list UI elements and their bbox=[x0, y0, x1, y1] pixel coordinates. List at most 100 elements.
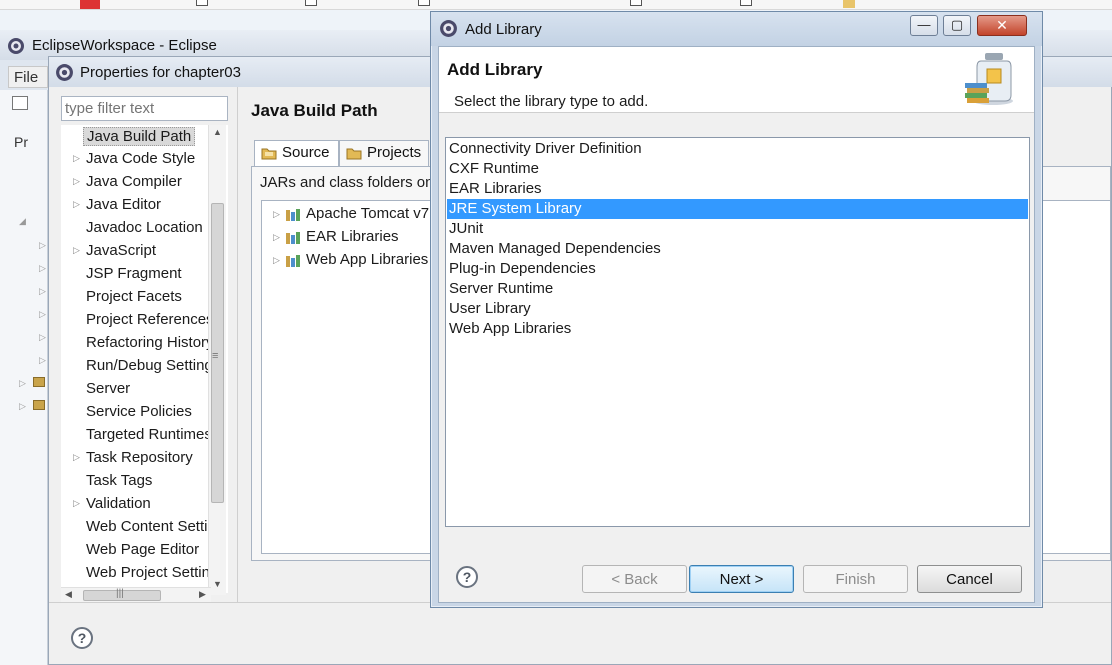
library-type-label: EAR Libraries bbox=[449, 180, 542, 197]
projects-icon bbox=[346, 146, 362, 164]
scroll-right-arrow-icon[interactable]: ▶ bbox=[199, 589, 206, 600]
tree-item[interactable]: ▷ Task Repository bbox=[61, 447, 211, 470]
library-type-item[interactable]: JUnit bbox=[447, 219, 1028, 239]
tree-item-label: Web Content Settings bbox=[86, 518, 211, 535]
tree-horizontal-scrollbar[interactable]: ◀ ||| ▶ bbox=[61, 587, 211, 603]
tree-item[interactable]: ▷ Java Compiler bbox=[61, 171, 211, 194]
next-button-label: Next > bbox=[719, 571, 764, 588]
bookmark-checkbox-icon bbox=[196, 0, 208, 6]
tree-item[interactable]: Project Facets bbox=[61, 286, 211, 309]
tree-item[interactable]: ▷ Java Editor bbox=[61, 194, 211, 217]
tree-item-label: Java Build Path bbox=[83, 127, 196, 146]
back-button-label: < Back bbox=[611, 571, 658, 588]
tab-source[interactable]: Source bbox=[254, 140, 339, 166]
source-folder-icon bbox=[261, 146, 277, 164]
expand-arrow-icon[interactable]: ▷ bbox=[73, 199, 80, 210]
expand-arrow-icon[interactable]: ▷ bbox=[273, 209, 280, 220]
bookmark-checkbox-icon bbox=[418, 0, 430, 6]
tree-item[interactable]: ▷ JavaScript bbox=[61, 240, 211, 263]
tree-item[interactable]: Web Page Editor bbox=[61, 539, 211, 562]
bookmark-checkbox-icon bbox=[305, 0, 317, 6]
tree-item[interactable]: Service Policies bbox=[61, 401, 211, 424]
tab-projects-label: Projects bbox=[367, 144, 422, 161]
tree-item[interactable]: Java Build Path bbox=[61, 125, 211, 148]
library-icon bbox=[285, 254, 301, 272]
library-type-list[interactable]: Connectivity Driver Definition CXF Runtim… bbox=[445, 137, 1030, 527]
eclipse-window-title: EclipseWorkspace - Eclipse bbox=[32, 37, 217, 54]
library-type-item[interactable]: Plug-in Dependencies bbox=[447, 259, 1028, 279]
tab-projects[interactable]: Projects bbox=[339, 140, 429, 166]
finish-button[interactable]: Finish bbox=[803, 565, 908, 593]
library-type-label: Maven Managed Dependencies bbox=[449, 240, 661, 257]
library-type-label: CXF Runtime bbox=[449, 160, 540, 177]
tree-item[interactable]: Javadoc Location bbox=[61, 217, 211, 240]
bookmark-favicon bbox=[80, 0, 100, 9]
tree-item[interactable]: ▷ Java Code Style bbox=[61, 148, 211, 171]
expand-arrow-icon[interactable]: ▷ bbox=[19, 378, 26, 389]
maximize-button[interactable]: ▢ bbox=[943, 15, 971, 36]
next-button[interactable]: Next > bbox=[689, 565, 794, 593]
expand-arrow-icon[interactable]: ▷ bbox=[39, 309, 46, 320]
back-button[interactable]: < Back bbox=[582, 565, 687, 593]
tree-item[interactable]: ▷ Validation bbox=[61, 493, 211, 516]
expand-arrow-icon[interactable]: ▷ bbox=[73, 498, 80, 509]
finish-button-label: Finish bbox=[835, 571, 876, 588]
scroll-grip-icon: ||| bbox=[116, 588, 124, 599]
scroll-left-arrow-icon[interactable]: ◀ bbox=[65, 589, 72, 600]
expand-arrow-icon[interactable]: ▷ bbox=[73, 452, 80, 463]
library-type-item[interactable]: JRE System Library bbox=[447, 199, 1028, 219]
minimize-button[interactable]: — bbox=[910, 15, 938, 36]
close-button[interactable]: ✕ bbox=[977, 15, 1027, 36]
wizard-heading: Add Library bbox=[447, 60, 543, 79]
filter-input[interactable] bbox=[65, 99, 223, 118]
library-type-item[interactable]: CXF Runtime bbox=[447, 159, 1028, 179]
tree-item[interactable]: Run/Debug Settings bbox=[61, 355, 211, 378]
tree-item-label: Service Policies bbox=[86, 403, 192, 420]
wizard-help-button[interactable]: ? bbox=[456, 566, 478, 588]
cancel-button[interactable]: Cancel bbox=[917, 565, 1022, 593]
expand-arrow-icon[interactable]: ▷ bbox=[19, 401, 26, 412]
library-type-item[interactable]: Maven Managed Dependencies bbox=[447, 239, 1028, 259]
expand-arrow-icon[interactable]: ▷ bbox=[39, 332, 46, 343]
tree-item-label: JSP Fragment bbox=[86, 265, 182, 282]
expand-arrow-icon[interactable]: ▷ bbox=[39, 286, 46, 297]
library-type-item[interactable]: User Library bbox=[447, 299, 1028, 319]
expand-arrow-icon[interactable]: ▷ bbox=[73, 176, 80, 187]
expand-arrow-icon[interactable]: ▷ bbox=[273, 255, 280, 266]
scroll-up-arrow-icon[interactable]: ▲ bbox=[213, 127, 222, 137]
library-type-item[interactable]: Connectivity Driver Definition bbox=[447, 139, 1028, 159]
expand-arrow-icon[interactable]: ▷ bbox=[273, 232, 280, 243]
add-library-window-title: Add Library bbox=[465, 21, 542, 38]
expand-arrow-icon[interactable]: ▷ bbox=[39, 355, 46, 366]
filter-box[interactable] bbox=[61, 96, 228, 121]
tree-item-label: Validation bbox=[86, 495, 151, 512]
tree-item[interactable]: Refactoring History bbox=[61, 332, 211, 355]
bookmark-folder-icon bbox=[843, 0, 855, 8]
tree-vertical-scrollbar[interactable]: ▲ ≡ ▼ bbox=[208, 125, 226, 595]
expand-arrow-icon[interactable]: ▷ bbox=[73, 245, 80, 256]
collapse-arrow-icon[interactable]: ◢ bbox=[19, 216, 26, 227]
minimize-icon: — bbox=[917, 17, 931, 32]
library-type-item[interactable]: EAR Libraries bbox=[447, 179, 1028, 199]
expand-arrow-icon[interactable]: ▷ bbox=[39, 240, 46, 251]
tree-item[interactable]: Targeted Runtimes bbox=[61, 424, 211, 447]
tree-item[interactable]: JSP Fragment bbox=[61, 263, 211, 286]
library-type-item[interactable]: Web App Libraries bbox=[447, 319, 1028, 339]
add-library-content: Add Library Select the library type to a… bbox=[438, 46, 1035, 603]
new-toolbar-icon[interactable] bbox=[12, 96, 28, 110]
tree-item[interactable]: Task Tags bbox=[61, 470, 211, 493]
tree-item-label: Server bbox=[86, 380, 131, 397]
tree-item[interactable]: Server bbox=[61, 378, 211, 401]
tree-item[interactable]: Web Project Settings bbox=[61, 562, 211, 585]
expand-arrow-icon[interactable]: ▷ bbox=[39, 263, 46, 274]
expand-arrow-icon[interactable]: ▷ bbox=[73, 153, 80, 164]
scroll-down-arrow-icon[interactable]: ▼ bbox=[213, 579, 222, 589]
tab-source-label: Source bbox=[282, 144, 330, 161]
library-type-item[interactable]: Server Runtime bbox=[447, 279, 1028, 299]
tree-item-label: Task Tags bbox=[86, 472, 153, 489]
wizard-header: Add Library Select the library type to a… bbox=[439, 47, 1034, 113]
tree-item[interactable]: Project References bbox=[61, 309, 211, 332]
menu-file[interactable]: File bbox=[8, 66, 48, 88]
properties-help-button[interactable]: ? bbox=[71, 627, 93, 649]
tree-item[interactable]: Web Content Settings bbox=[61, 516, 211, 539]
